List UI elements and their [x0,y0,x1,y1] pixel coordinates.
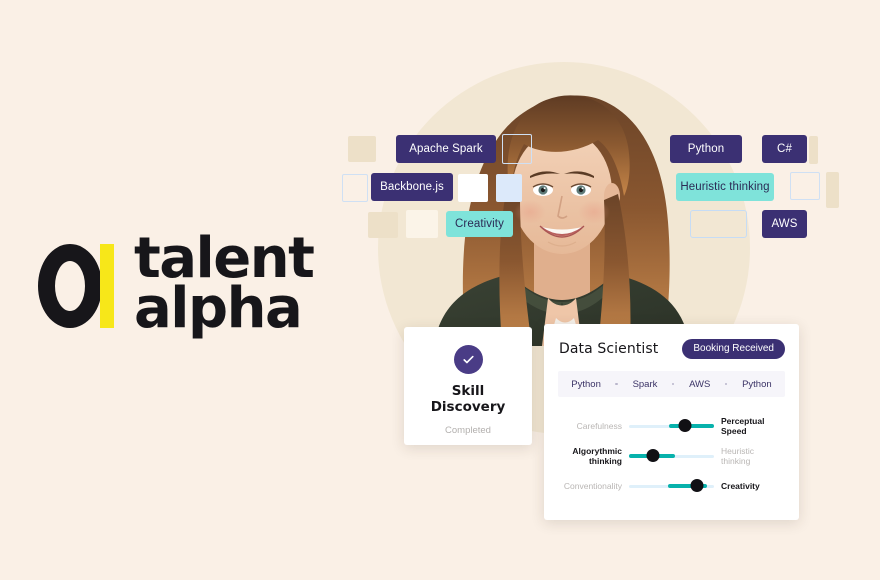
skill-discovery-card[interactable]: Skill Discovery Completed [404,327,532,445]
skill-tag-label: Python [687,143,725,155]
trait-slider-track[interactable] [629,449,714,462]
trait-label-left: Carefulness [576,421,622,431]
skill-tag-label: C# [777,143,792,155]
decor-block [406,210,438,238]
trait-label-right: Heuristic thinking [714,446,787,466]
decor-block [368,212,398,238]
trait-label-left: Conventionality [563,481,622,491]
skill-card-status: Completed [445,425,491,436]
trait-label-left-line1: Algorythmic [572,446,622,456]
brand-name: talent alpha [134,231,315,341]
trait-label-right: Creativity [721,481,760,491]
check-circle-icon [453,345,483,374]
trait-label-left: Algorythmic thinking [556,446,629,466]
skill-chip: AWS [689,378,711,390]
logo-bar-icon [100,244,114,328]
trait-slider-row[interactable]: Carefulness Perceptual Speed [556,411,787,441]
skill-chip: Spark [632,378,658,390]
trait-slider-thumb[interactable] [646,449,660,462]
trait-label-left-line2: thinking [588,456,622,466]
logo-ring-icon [38,244,102,328]
skill-tag-python[interactable]: Python [670,135,742,163]
decor-block [342,174,368,202]
skill-card-title-line2: Discovery [430,399,506,415]
decor-block [348,136,376,162]
skill-tag-label: Apache Spark [409,143,483,155]
decor-block [790,172,820,200]
separator-dot-icon [615,382,618,386]
skill-tag-backbonejs[interactable]: Backbone.js [371,173,453,201]
trait-label-right-line2: thinking [721,456,751,466]
skill-chip: Python [742,378,772,390]
decor-block [502,134,532,164]
skill-tag-apache-spark[interactable]: Apache Spark [396,135,496,163]
trait-slider-row[interactable]: Conventionality Creativity [556,471,787,501]
skill-tag-creativity[interactable]: Creativity [446,211,513,237]
trait-slider-row[interactable]: Algorythmic thinking Heuristic thinking [556,441,787,471]
decor-block [809,136,818,164]
decor-block [826,172,839,208]
skill-card-title-line1: Skill [451,383,485,399]
trait-label-right-line1: Perceptual [721,416,765,426]
brand-name-line2: alpha [134,276,303,341]
trait-label-right-line1: Heuristic [721,446,755,456]
booking-status-badge: Booking Received [682,339,785,359]
marketing-hero: talent alpha Apache Spark Backbone.js Cr… [0,0,880,580]
data-scientist-card[interactable]: Data Scientist Booking Received Python S… [544,324,799,520]
skill-tag-label: AWS [771,218,798,230]
skill-tag-placeholder[interactable] [690,210,747,238]
skill-chip-list: Python Spark AWS Python [558,371,785,397]
skill-chip: Python [571,378,601,390]
skill-tag-label: Heuristic thinking [680,181,770,193]
trait-slider-thumb[interactable] [678,419,692,432]
brand-logo[interactable]: talent alpha [38,231,315,337]
trait-slider-thumb[interactable] [690,479,704,492]
trait-slider-track[interactable] [629,419,714,432]
decor-block [458,174,488,202]
trait-label-right: Perceptual Speed [714,416,787,436]
decor-block [496,174,522,202]
skill-tag-label: Backbone.js [380,181,444,193]
skill-card-title: Skill Discovery [431,383,506,415]
skill-tag-label: Creativity [455,218,504,230]
trait-label-right-line2: Speed [721,426,747,436]
detail-card-header: Data Scientist Booking Received [544,324,799,359]
skill-tag-heuristic-thinking[interactable]: Heuristic thinking [676,173,774,201]
separator-dot-icon [724,382,728,386]
trait-slider-list: Carefulness Perceptual Speed Algorythmic… [556,411,787,501]
skill-tag-aws[interactable]: AWS [762,210,807,238]
separator-dot-icon [671,382,675,386]
trait-slider-track[interactable] [629,479,714,492]
logo-mark-icon [38,242,124,330]
skill-tag-csharp[interactable]: C# [762,135,807,163]
detail-card-title: Data Scientist [559,341,659,357]
